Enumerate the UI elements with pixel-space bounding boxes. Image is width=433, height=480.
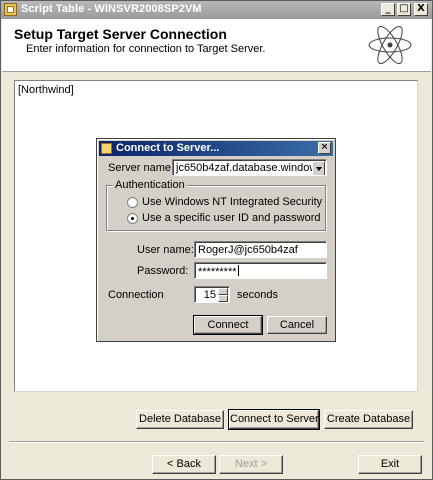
close-button[interactable]: X: [414, 3, 428, 16]
connection-unit-label: seconds: [237, 289, 278, 301]
user-name-label: User name:: [137, 244, 194, 256]
create-database-button[interactable]: Create Database: [324, 410, 413, 429]
exit-button[interactable]: Exit: [358, 455, 422, 474]
server-name-label: Server name:: [108, 162, 175, 174]
maximize-button[interactable]: □: [397, 3, 411, 16]
spin-buttons[interactable]: [218, 288, 228, 302]
dialog-title-bar[interactable]: Connect to Server... ×: [99, 141, 333, 156]
spin-up-icon[interactable]: [218, 288, 228, 295]
dialog-close-button[interactable]: ×: [318, 142, 331, 154]
app-icon: [4, 3, 17, 16]
window-title: Script Table - WINSVR2008SP2VM: [21, 3, 202, 15]
page-subtitle: Enter information for connection to Targ…: [26, 43, 266, 55]
connection-timeout-value: 15: [203, 289, 216, 301]
chevron-down-icon[interactable]: [312, 161, 325, 175]
authentication-group: Authentication Use Windows NT Integrated…: [106, 179, 326, 231]
password-label: Password:: [137, 265, 189, 277]
password-input[interactable]: *********: [194, 262, 327, 279]
minimize-button[interactable]: _: [381, 3, 395, 16]
specific-user-label[interactable]: Use a specific user ID and password: [142, 212, 321, 224]
dialog-title: Connect to Server...: [116, 142, 220, 154]
atom-logo-icon: [368, 25, 412, 65]
cancel-button[interactable]: Cancel: [267, 316, 327, 334]
server-name-combo[interactable]: jc650b4zaf.database.windows.net: [172, 159, 327, 176]
connect-to-server-button[interactable]: Connect to Server: [228, 409, 320, 430]
connection-timeout-stepper[interactable]: 15: [194, 286, 230, 303]
wizard-header: Setup Target Server Connection Enter inf…: [2, 19, 431, 72]
delete-database-button[interactable]: Delete Database: [136, 410, 224, 429]
list-item[interactable]: [Northwind]: [18, 84, 74, 96]
spin-down-icon[interactable]: [218, 295, 228, 302]
authentication-group-label: Authentication: [113, 179, 187, 191]
window-title-bar[interactable]: Script Table - WINSVR2008SP2VM _ □ X: [1, 1, 432, 19]
footer-divider: [9, 441, 424, 443]
back-button[interactable]: < Back: [152, 455, 216, 474]
text-caret: [237, 265, 239, 276]
password-value: *********: [198, 266, 237, 278]
next-button[interactable]: Next >: [219, 455, 283, 474]
server-name-value: jc650b4zaf.database.windows.net: [176, 162, 327, 174]
connect-button[interactable]: Connect: [193, 315, 263, 335]
user-name-input[interactable]: RogerJ@jc650b4zaf: [194, 241, 327, 258]
windows-security-radio[interactable]: [127, 197, 138, 208]
page-title: Setup Target Server Connection: [14, 26, 227, 42]
connect-to-server-dialog: Connect to Server... × Server name: jc65…: [96, 138, 336, 342]
script-table-window: Script Table - WINSVR2008SP2VM _ □ X Set…: [0, 0, 433, 480]
specific-user-radio[interactable]: [127, 213, 138, 224]
windows-security-label[interactable]: Use Windows NT Integrated Security: [142, 196, 322, 208]
connection-label: Connection: [108, 289, 164, 301]
dialog-app-icon: [101, 143, 112, 154]
